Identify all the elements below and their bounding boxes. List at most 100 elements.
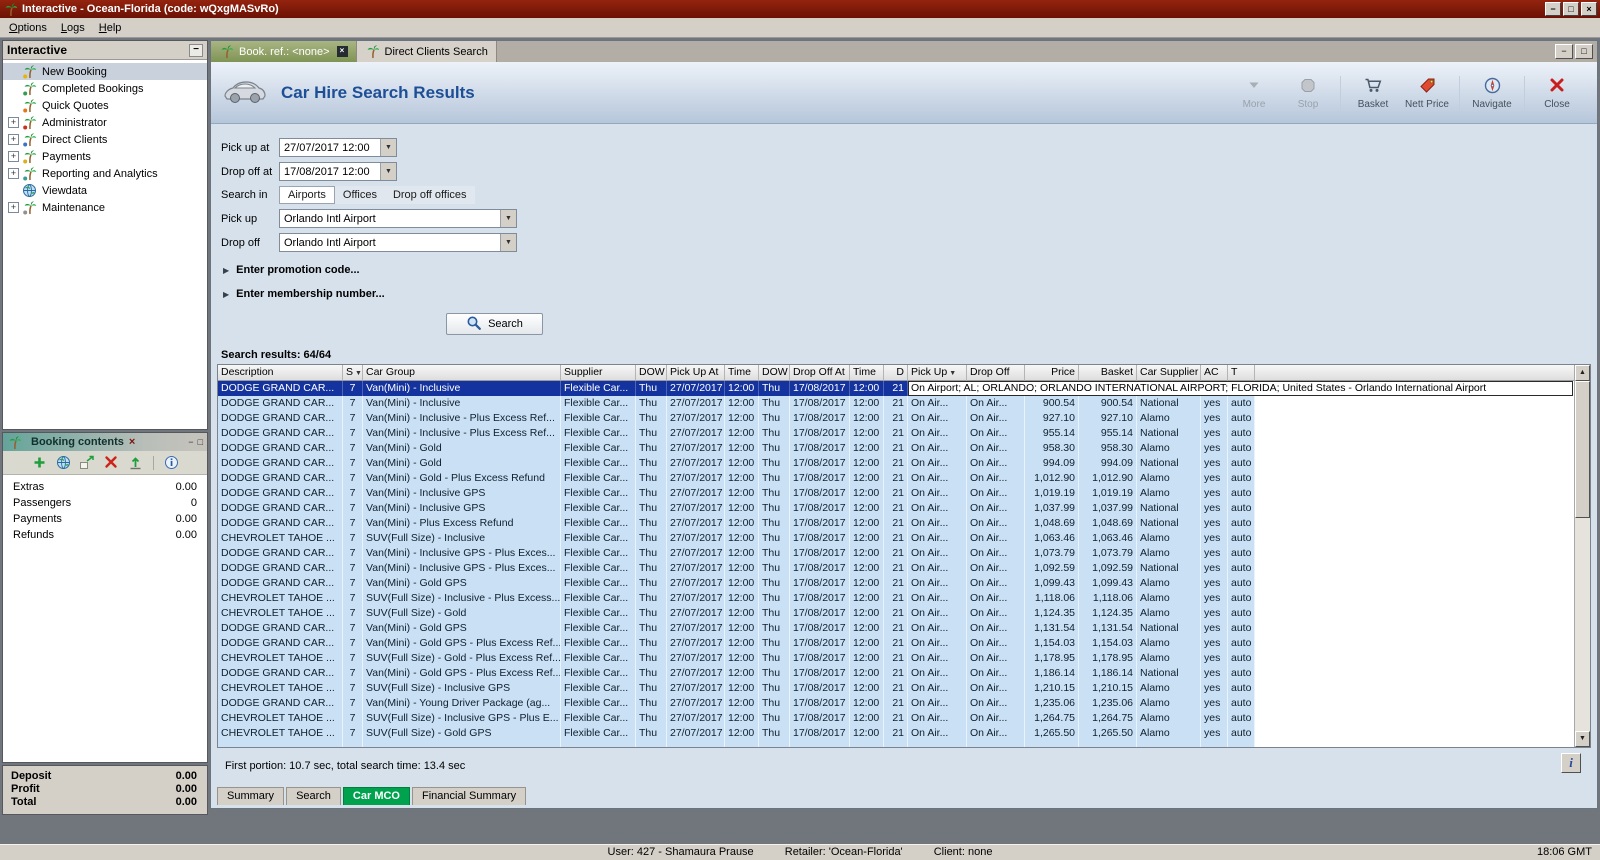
column-header-basket[interactable]: Basket [1079, 365, 1137, 381]
mdi-minimize-button[interactable]: − [1555, 44, 1573, 59]
promotion-code-expander[interactable]: ▶ Enter promotion code... [223, 264, 1597, 276]
expand-plus-icon[interactable]: + [8, 117, 19, 128]
sidebar-item-payments[interactable]: + Payments [3, 148, 207, 165]
navigate-button[interactable]: Navigate [1466, 75, 1518, 110]
result-row[interactable]: DODGE GRAND CAR... 7 Van(Mini) - Gold GPS … [218, 666, 1574, 681]
booking-contents-close-icon[interactable]: × [129, 436, 135, 448]
column-header-d[interactable]: D [884, 365, 908, 381]
sidebar-item-completed-bookings[interactable]: Completed Bookings [3, 80, 207, 97]
document-tab-book-ref-none[interactable]: Book. ref.: <none> × [211, 41, 357, 62]
column-header-car-supplier[interactable]: Car Supplier [1137, 365, 1201, 381]
nett-price-button[interactable]: Nett Price [1401, 75, 1453, 110]
export-icon[interactable] [79, 455, 96, 471]
column-header-dow[interactable]: DOW [759, 365, 790, 381]
basket-button[interactable]: Basket [1347, 75, 1399, 110]
sidebar-item-quick-quotes[interactable]: Quick Quotes [3, 97, 207, 114]
dropoff-location-combo[interactable]: Orlando Intl Airport ▼ [279, 233, 517, 252]
scroll-down-icon[interactable]: ▼ [1575, 731, 1590, 747]
result-row[interactable]: DODGE GRAND CAR... 7 Van(Mini) - Inclusive… [218, 561, 1574, 576]
delete-icon[interactable] [103, 455, 120, 471]
result-row[interactable]: DODGE GRAND CAR... 7 Van(Mini) - Plus Exce… [218, 516, 1574, 531]
column-header-pick-up[interactable]: Pick Up ▼ [908, 365, 967, 381]
column-header-time[interactable]: Time [850, 365, 884, 381]
column-header-pick-up-at[interactable]: Pick Up At [667, 365, 725, 381]
sidebar-item-administrator[interactable]: + Administrator [3, 114, 207, 131]
upload-icon[interactable] [127, 455, 144, 471]
search-in-airports[interactable]: Airports [279, 186, 335, 204]
pickup-at-datetime-combo[interactable]: 27/07/2017 12:00 ▼ [279, 138, 397, 157]
result-row[interactable]: DODGE GRAND CAR... 7 Van(Mini) - Inclusive… [218, 411, 1574, 426]
result-row[interactable]: CHEVROLET TAHOE ... 7 SUV(Full Size) - Inc… [218, 681, 1574, 696]
expand-plus-icon[interactable]: + [8, 202, 19, 213]
window-maximize-button[interactable]: □ [1563, 2, 1579, 16]
pickup-location-combo[interactable]: Orlando Intl Airport ▼ [279, 209, 517, 228]
bottom-tab-financial-summary[interactable]: Financial Summary [411, 787, 527, 805]
globe-icon[interactable] [55, 455, 72, 471]
tab-close-icon[interactable]: × [336, 46, 348, 57]
dropoff-at-datetime-combo[interactable]: 17/08/2017 12:00 ▼ [279, 162, 397, 181]
sidebar-item-reporting-and-analytics[interactable]: + Reporting and Analytics [3, 165, 207, 182]
result-row[interactable]: DODGE GRAND CAR... 7 Van(Mini) - Inclusive… [218, 546, 1574, 561]
column-header-t[interactable]: T [1228, 365, 1255, 381]
result-row[interactable]: CHEVROLET TAHOE ... 7 SUV(Full Size) - Gol… [218, 606, 1574, 621]
chevron-down-icon[interactable]: ▼ [380, 163, 396, 180]
scroll-up-icon[interactable]: ▲ [1575, 365, 1590, 381]
result-row[interactable]: CHEVROLET TAHOE ... 7 SUV(Full Size) - Inc… [218, 531, 1574, 546]
window-minimize-button[interactable]: − [1545, 2, 1561, 16]
result-row[interactable]: DODGE GRAND CAR... 7 Van(Mini) - Gold GPS F… [218, 621, 1574, 636]
menu-logs[interactable]: Logs [54, 20, 92, 36]
add-icon[interactable] [31, 455, 48, 471]
column-header-drop-off-at[interactable]: Drop Off At [790, 365, 850, 381]
result-row[interactable]: CHEVROLET TAHOE ... 7 SUV(Full Size) - Gol… [218, 651, 1574, 666]
result-row[interactable]: CHEVROLET TAHOE ... 7 SUV(Full Size) - Inc… [218, 711, 1574, 726]
result-row[interactable]: DODGE GRAND CAR... 7 Van(Mini) - Gold GPS F… [218, 576, 1574, 591]
scrollbar-thumb[interactable] [1575, 381, 1590, 518]
close-button[interactable]: Close [1531, 75, 1583, 110]
expand-plus-icon[interactable]: + [8, 168, 19, 179]
search-button[interactable]: Search [446, 313, 543, 335]
info-button[interactable]: i [1561, 753, 1581, 773]
column-header-s[interactable]: S ▼ [343, 365, 363, 381]
collapse-panel-button[interactable]: − [189, 43, 203, 57]
expand-plus-icon[interactable]: + [8, 151, 19, 162]
booking-contents-minimize-icon[interactable]: − [188, 437, 193, 447]
search-in-drop-off-offices[interactable]: Drop off offices [385, 187, 475, 203]
expand-plus-icon[interactable]: + [8, 134, 19, 145]
membership-number-expander[interactable]: ▶ Enter membership number... [223, 288, 1597, 300]
column-header-ac[interactable]: AC [1201, 365, 1228, 381]
result-row[interactable]: DODGE GRAND CAR... 7 Van(Mini) - Gold GPS … [218, 636, 1574, 651]
result-row[interactable]: DODGE GRAND CAR... 7 Van(Mini) - Gold Flexi… [218, 441, 1574, 456]
sidebar-item-direct-clients[interactable]: + Direct Clients [3, 131, 207, 148]
mdi-restore-button[interactable]: □ [1575, 44, 1593, 59]
column-header-dow[interactable]: DOW [636, 365, 667, 381]
column-header-price[interactable]: Price [1025, 365, 1079, 381]
column-header-time[interactable]: Time [725, 365, 759, 381]
chevron-down-icon[interactable]: ▼ [380, 139, 396, 156]
booking-contents-restore-icon[interactable]: □ [198, 437, 203, 447]
sidebar-item-new-booking[interactable]: New Booking [3, 63, 207, 80]
column-header-drop-off[interactable]: Drop Off [967, 365, 1025, 381]
info-icon[interactable] [163, 455, 180, 471]
menu-options[interactable]: Options [2, 20, 54, 36]
result-row[interactable]: DODGE GRAND CAR... 7 Van(Mini) - Inclusive… [218, 501, 1574, 516]
result-row[interactable]: DODGE GRAND CAR... 7 Van(Mini) - Young Dri… [218, 696, 1574, 711]
chevron-down-icon[interactable]: ▼ [500, 234, 516, 251]
sidebar-item-viewdata[interactable]: Viewdata [3, 182, 207, 199]
sidebar-item-maintenance[interactable]: + Maintenance [3, 199, 207, 216]
result-row[interactable]: DODGE GRAND CAR... 7 Van(Mini) - Inclusive… [218, 486, 1574, 501]
bottom-tab-search[interactable]: Search [286, 787, 341, 805]
bottom-tab-car-mco[interactable]: Car MCO [342, 787, 410, 805]
search-in-offices[interactable]: Offices [335, 187, 385, 203]
result-row[interactable]: DODGE GRAND CAR... 7 Van(Mini) - Inclusive… [218, 426, 1574, 441]
result-row[interactable]: DODGE GRAND CAR... 7 Van(Mini) - Gold - Pl… [218, 471, 1574, 486]
result-row[interactable]: CHEVROLET TAHOE ... 7 SUV(Full Size) - Inc… [218, 591, 1574, 606]
bottom-tab-summary[interactable]: Summary [217, 787, 285, 805]
chevron-down-icon[interactable]: ▼ [500, 210, 516, 227]
menu-help[interactable]: Help [92, 20, 129, 36]
result-row[interactable]: DODGE GRAND CAR... 7 Van(Mini) - Gold Flexi… [218, 456, 1574, 471]
result-row[interactable]: DODGE GRAND CAR... 7 Van(Mini) - Inclusive… [218, 396, 1574, 411]
column-header-supplier[interactable]: Supplier [561, 365, 636, 381]
vertical-scrollbar[interactable]: ▲ ▼ [1574, 365, 1590, 747]
result-row[interactable]: CHEVROLET TAHOE ... 7 SUV(Full Size) - Gol… [218, 726, 1574, 741]
column-header-description[interactable]: Description [218, 365, 343, 381]
